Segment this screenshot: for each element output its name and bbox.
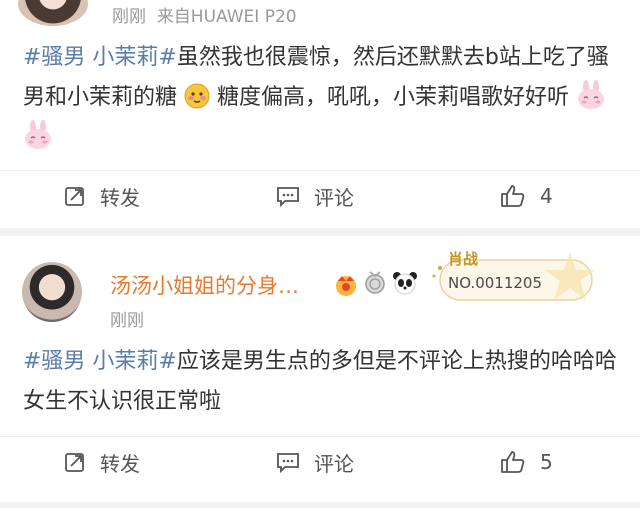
post-meta: 刚刚 来自HUAWEI P20 bbox=[112, 2, 297, 27]
comment-icon bbox=[277, 453, 299, 473]
action-bar: 转发 评论 4 bbox=[0, 170, 640, 221]
topic-link[interactable]: #骚男 小茉莉# bbox=[23, 45, 177, 70]
like-icon bbox=[501, 185, 525, 207]
fan-badge[interactable]: 肖战 NO.0011205 bbox=[430, 246, 598, 310]
repost-label: 转发 bbox=[100, 185, 140, 210]
comment-label: 评论 bbox=[314, 451, 354, 476]
like-count: 4 bbox=[540, 184, 553, 208]
post-content: #骚男 小茉莉#虽然我也很震惊，然后还默默去b站上吃了骚男和小茉莉的糖 糖度偏高… bbox=[23, 38, 620, 158]
badge-number: NO.0011205 bbox=[448, 274, 542, 292]
post-text-continued: 糖度偏高，吼吼，小茉莉唱歌好好听 bbox=[217, 85, 570, 110]
repost-button[interactable]: 转发 bbox=[64, 437, 140, 487]
emoji-blush-icon bbox=[184, 83, 210, 109]
crown-icon[interactable] bbox=[333, 272, 359, 300]
post-card-1: 刚刚 来自HUAWEI P20 #骚男 小茉莉#虽然我也很震惊，然后还默默去b站… bbox=[0, 0, 640, 228]
repost-button[interactable]: 转发 bbox=[64, 171, 140, 221]
avatar[interactable] bbox=[18, 0, 88, 26]
repost-icon bbox=[65, 187, 84, 206]
badge-title: 肖战 bbox=[448, 250, 479, 268]
comment-button[interactable]: 评论 bbox=[276, 171, 354, 221]
comment-button[interactable]: 评论 bbox=[276, 437, 354, 487]
repost-icon bbox=[65, 453, 84, 472]
post-content: #骚男 小茉莉#应该是男生点的多但是不评论上热搜的哈哈哈女生不认识很正常啦 bbox=[23, 342, 620, 422]
bunny-icon bbox=[576, 80, 606, 110]
user-name[interactable]: 汤汤小姐姐的分身… bbox=[110, 270, 299, 300]
post-card-2: 汤汤小姐姐的分身… 肖战 NO.0011205 刚刚 #骚男 小茉莉#应该是男生… bbox=[0, 236, 640, 502]
panda-icon[interactable] bbox=[392, 270, 418, 300]
medal-icon[interactable] bbox=[363, 270, 387, 300]
comment-label: 评论 bbox=[314, 185, 354, 210]
post-time: 刚刚 bbox=[112, 7, 146, 27]
like-button[interactable]: 4 bbox=[500, 171, 553, 221]
like-icon bbox=[501, 451, 525, 473]
post-source: 来自HUAWEI P20 bbox=[156, 7, 297, 27]
like-count: 5 bbox=[540, 450, 553, 474]
topic-link[interactable]: #骚男 小茉莉# bbox=[23, 349, 177, 374]
like-button[interactable]: 5 bbox=[500, 437, 553, 487]
comment-icon bbox=[277, 187, 299, 207]
post-time: 刚刚 bbox=[110, 311, 144, 331]
action-bar: 转发 评论 5 bbox=[0, 436, 640, 487]
bunny-icon bbox=[23, 120, 53, 150]
avatar[interactable] bbox=[22, 262, 82, 322]
repost-label: 转发 bbox=[100, 451, 140, 476]
